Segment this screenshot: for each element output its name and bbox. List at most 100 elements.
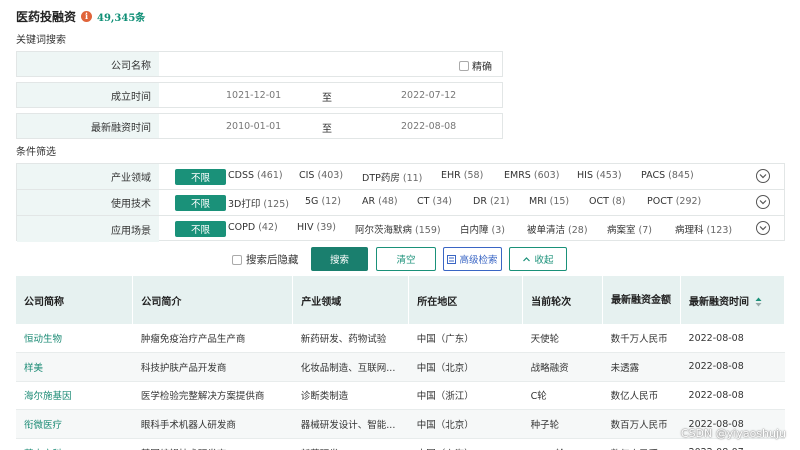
filter-all-button[interactable]: 不限 <box>175 169 226 185</box>
table-row[interactable]: 海尔施基因 医学检验完整解决方案提供商 诊断类制造 中国（浙江） C轮 数亿人民… <box>16 381 785 411</box>
table-row[interactable]: 恒动生物 肿瘤免疫治疗产品生产商 新药研发、药物试验 中国（广东） 天使轮 数千… <box>16 324 785 354</box>
company-name-row: 公司名称 精确 <box>16 51 503 77</box>
funding-date-label: 最新融资时间 <box>17 114 159 138</box>
filter-option[interactable]: CDSS (461) <box>228 170 283 181</box>
established-to-input[interactable]: 2022-07-12 <box>401 90 456 101</box>
filter-option[interactable]: POCT (292) <box>647 196 701 207</box>
table-row[interactable]: 衔微医疗 眼科手术机器人研发商 器械研发设计、智能... 中国（北京） 种子轮 … <box>16 409 785 439</box>
funding-from-input[interactable]: 2010-01-01 <box>226 121 281 132</box>
cell-amount: 数百万人民币 <box>602 409 681 439</box>
cell-intro: 眼科手术机器人研发商 <box>132 409 293 439</box>
filter-option[interactable]: COPD (42) <box>228 222 278 233</box>
cell-region: 中国（北京） <box>408 409 523 439</box>
filter-row-scenario: 应用场景 不限 COPD (42) HIV (39) 阿尔茨海默病 (159) … <box>17 216 784 242</box>
cell-industry: 新药研发、药物试验 <box>292 324 409 354</box>
date-separator: 至 <box>322 124 332 135</box>
company-link[interactable]: 海尔施基因 <box>16 381 133 411</box>
advanced-search-label: 高级检索 <box>459 255 498 266</box>
filter-option[interactable]: HIS (453) <box>577 170 622 181</box>
filter-option[interactable]: DR (21) <box>473 196 509 207</box>
filter-option[interactable]: MRI (15) <box>529 196 569 207</box>
cell-industry: 诊断类制造 <box>292 381 409 411</box>
company-link[interactable]: 衔微医疗 <box>16 409 133 439</box>
filter-option[interactable]: PACS (845) <box>641 170 694 181</box>
chevron-down-icon[interactable] <box>756 195 770 209</box>
filter-option[interactable]: CIS (403) <box>299 170 343 181</box>
cell-amount: 未透露 <box>602 352 681 382</box>
cell-date: 2022-08-08 <box>680 381 785 411</box>
established-from-input[interactable]: 1021-12-01 <box>226 90 281 101</box>
column-header-amount[interactable]: 最新融资金额 <box>602 276 682 324</box>
cell-amount: 数亿人民币 <box>602 438 681 450</box>
company-link[interactable]: 恒动生物 <box>16 324 133 354</box>
filter-option[interactable]: EMRS (603) <box>504 170 559 181</box>
cell-round: 天使轮 <box>522 324 603 354</box>
cell-industry: 器械研发设计、智能... <box>292 409 409 439</box>
cell-date: 2022-08-08 <box>680 352 785 382</box>
company-link[interactable]: 样美 <box>16 352 133 382</box>
table-row[interactable]: 样美 科技护肤产品开发商 化妆品制造、互联网... 中国（北京） 战略融资 未透… <box>16 352 785 382</box>
filter-option[interactable]: 病理科 (123) <box>675 222 732 236</box>
page-header: 医药投融资 i 49,345条 <box>16 8 145 24</box>
filter-option[interactable]: EHR (58) <box>441 170 483 181</box>
funding-to-input[interactable]: 2022-08-08 <box>401 121 456 132</box>
collapse-label: 收起 <box>534 255 554 266</box>
cell-industry: 化妆品制造、互联网... <box>292 352 409 382</box>
filter-label: 应用场景 <box>17 216 159 242</box>
filter-all-button[interactable]: 不限 <box>175 195 226 211</box>
result-count: 49,345条 <box>97 12 146 24</box>
cell-amount: 数亿人民币 <box>602 381 681 411</box>
results-table: 公司简称 公司简介 产业领域 所在地区 当前轮次 最新融资金额 最新融资时间 恒… <box>16 276 785 450</box>
chevron-down-icon[interactable] <box>756 221 770 235</box>
filter-option[interactable]: DTP药房 (11) <box>362 170 422 184</box>
cell-intro: 科技护肤产品开发商 <box>132 352 293 382</box>
table-header-row: 公司简称 公司简介 产业领域 所在地区 当前轮次 最新融资金额 最新融资时间 <box>16 276 785 324</box>
cell-round: 种子轮 <box>522 409 603 439</box>
company-link[interactable]: 若本文科 <box>16 438 133 450</box>
filter-option[interactable]: 3D打印 (125) <box>228 196 289 210</box>
table-row[interactable]: 若本文科 基因编辑技术研发商 新药研发 中国（上海） Pre-A轮 数亿人民币 … <box>16 438 785 450</box>
column-header-region[interactable]: 所在地区 <box>408 276 524 324</box>
filter-option[interactable]: 被单清洁 (28) <box>527 222 588 236</box>
chevron-down-icon[interactable] <box>756 169 770 183</box>
company-name-input[interactable] <box>159 52 502 76</box>
filter-option[interactable]: AR (48) <box>362 196 398 207</box>
exact-match-toggle[interactable]: 精确 <box>459 58 492 73</box>
column-header-intro[interactable]: 公司简介 <box>132 276 294 324</box>
sort-icon[interactable] <box>755 297 762 307</box>
hide-after-search-toggle[interactable]: 搜索后隐藏 <box>232 252 299 267</box>
filter-all-button[interactable]: 不限 <box>175 221 226 237</box>
page-title: 医药投融资 <box>16 9 77 24</box>
column-header-company[interactable]: 公司简称 <box>16 276 134 324</box>
filter-option[interactable]: 白内障 (3) <box>460 222 505 236</box>
clear-button[interactable]: 清空 <box>376 247 436 271</box>
hide-after-search-label: 搜索后隐藏 <box>246 254 299 266</box>
filter-option[interactable]: CT (34) <box>417 196 452 207</box>
cell-date: 2022-08-08 <box>680 324 785 354</box>
cell-region: 中国（广东） <box>408 324 523 354</box>
filter-option[interactable]: HIV (39) <box>297 222 336 233</box>
funding-date-row: 最新融资时间 2010-01-01 至 2022-08-08 <box>16 113 503 139</box>
exact-checkbox[interactable] <box>459 60 469 71</box>
search-button[interactable]: 搜索 <box>311 247 368 271</box>
cell-intro: 肿瘤免疫治疗产品生产商 <box>132 324 293 354</box>
cell-date: 2022-08-07 <box>680 438 785 450</box>
cell-round: C轮 <box>522 381 603 411</box>
filter-label: 使用技术 <box>17 190 159 215</box>
filter-option[interactable]: 5G (12) <box>305 196 341 207</box>
company-name-label: 公司名称 <box>17 52 159 76</box>
info-icon[interactable]: i <box>81 10 93 22</box>
column-header-date[interactable]: 最新融资时间 <box>680 276 785 324</box>
cell-intro: 医学检验完整解决方案提供商 <box>132 381 293 411</box>
hide-after-search-checkbox[interactable] <box>232 254 242 265</box>
column-header-round[interactable]: 当前轮次 <box>522 276 604 324</box>
filter-option[interactable]: OCT (8) <box>589 196 625 207</box>
column-header-industry[interactable]: 产业领域 <box>292 276 410 324</box>
filter-option[interactable]: 阿尔茨海默病 (159) <box>355 222 441 236</box>
chevron-up-icon <box>523 256 531 261</box>
filter-option[interactable]: 病案室 (7) <box>607 222 652 236</box>
advanced-search-button[interactable]: 高级检索 <box>443 247 502 271</box>
filter-section-label: 条件筛选 <box>16 147 56 158</box>
filter-row-technology: 使用技术 不限 3D打印 (125) 5G (12) AR (48) CT (3… <box>17 190 784 216</box>
collapse-button[interactable]: 收起 <box>509 247 567 271</box>
